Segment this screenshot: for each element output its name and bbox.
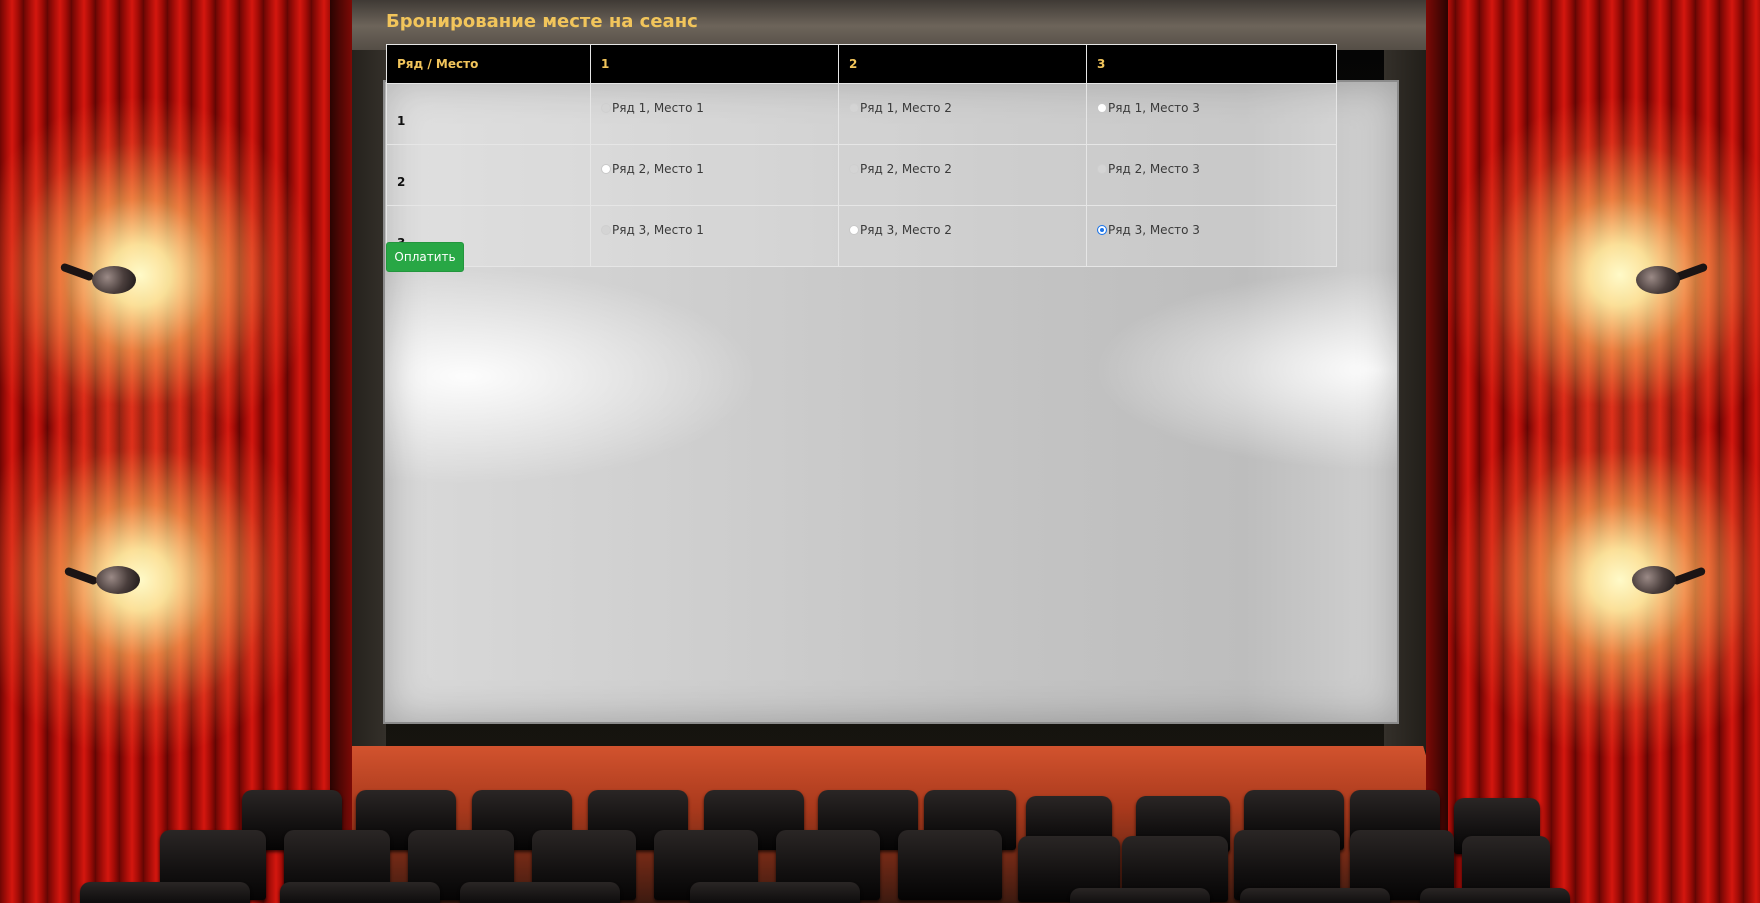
- row-label: 1: [386, 83, 591, 145]
- seat-option: Ряд 2, Место 2: [849, 162, 952, 176]
- column-header: 1: [590, 44, 839, 84]
- seat-option: Ряд 1, Место 2: [849, 101, 952, 115]
- pay-button[interactable]: Оплатить: [386, 242, 464, 272]
- seat-cell: Ряд 1, Место 3: [1086, 83, 1337, 145]
- seat-radio: [849, 163, 859, 174]
- seat-cell: Ряд 3, Место 2: [838, 205, 1087, 267]
- seat-cell: Ряд 3, Место 1: [590, 205, 839, 267]
- seat-cell: Ряд 1, Место 2: [838, 83, 1087, 145]
- row-label: 2: [386, 144, 591, 206]
- seat-cell: Ряд 3, Место 3: [1086, 205, 1337, 267]
- seat-radio-selected[interactable]: [1097, 224, 1107, 235]
- spotlight-lamp: [1636, 266, 1680, 294]
- seat-cell: Ряд 2, Место 2: [838, 144, 1087, 206]
- seat-radio: [1097, 163, 1107, 174]
- corner-header: Ряд / Место: [386, 44, 591, 84]
- seat-label: Ряд 2, Место 3: [1108, 161, 1200, 176]
- curtain-edge-right: [1426, 0, 1448, 903]
- seat-option[interactable]: Ряд 3, Место 3: [1097, 223, 1200, 237]
- seat-radio: [601, 102, 611, 113]
- seat-option[interactable]: Ряд 2, Место 1: [601, 162, 704, 176]
- page-title: Бронирование месте на сеанс: [386, 11, 698, 32]
- seat-label[interactable]: Ряд 1, Место 3: [1108, 101, 1200, 115]
- seat-label[interactable]: Ряд 2, Место 1: [612, 162, 704, 176]
- cinema-background: Бронирование месте на сеанс Ряд / Место …: [0, 0, 1760, 903]
- seat-option: Ряд 3, Место 1: [601, 223, 704, 237]
- table-row: 2 Ряд 2, Место 1 Ряд 2, Место 2 Ряд 2, М…: [386, 144, 1337, 206]
- table-row: 1 Ряд 1, Место 1 Ряд 1, Место 2 Ряд 1, М…: [386, 83, 1337, 145]
- spotlight-lamp: [92, 266, 136, 294]
- seat-option[interactable]: Ряд 1, Место 3: [1097, 101, 1200, 115]
- table-row: 3 Ряд 3, Место 1 Ряд 3, Место 2: [386, 205, 1337, 267]
- seat-label: Ряд 1, Место 2: [860, 100, 952, 115]
- seat-label[interactable]: Ряд 3, Место 2: [860, 223, 952, 237]
- seat-label[interactable]: Ряд 3, Место 3: [1108, 223, 1200, 237]
- booking-panel: Бронирование месте на сеанс Ряд / Место …: [386, 10, 1337, 272]
- seat-label: Ряд 2, Место 2: [860, 161, 952, 176]
- column-header: 3: [1086, 44, 1337, 84]
- seat-option: Ряд 2, Место 3: [1097, 162, 1200, 176]
- seat-table: Ряд / Место 1 2 3 1 Ряд 1, Место 1 Ряд 1…: [386, 44, 1337, 267]
- seat-option[interactable]: Ряд 3, Место 2: [849, 223, 952, 237]
- seat-cell: Ряд 2, Место 3: [1086, 144, 1337, 206]
- spotlight-lamp: [96, 566, 140, 594]
- seat-radio: [601, 224, 611, 235]
- seat-radio[interactable]: [849, 224, 859, 235]
- column-header: 2: [838, 44, 1087, 84]
- seat-radio: [849, 102, 859, 113]
- spotlight-lamp: [1632, 566, 1676, 594]
- seat-option: Ряд 1, Место 1: [601, 101, 704, 115]
- seat-label: Ряд 1, Место 1: [612, 100, 704, 115]
- seat-label: Ряд 3, Место 1: [612, 222, 704, 237]
- seat-cell: Ряд 1, Место 1: [590, 83, 839, 145]
- seat-cell: Ряд 2, Место 1: [590, 144, 839, 206]
- curtain-edge-left: [330, 0, 352, 903]
- seat-radio[interactable]: [1097, 102, 1107, 113]
- seat-radio[interactable]: [601, 163, 611, 174]
- table-header-row: Ряд / Место 1 2 3: [386, 44, 1337, 84]
